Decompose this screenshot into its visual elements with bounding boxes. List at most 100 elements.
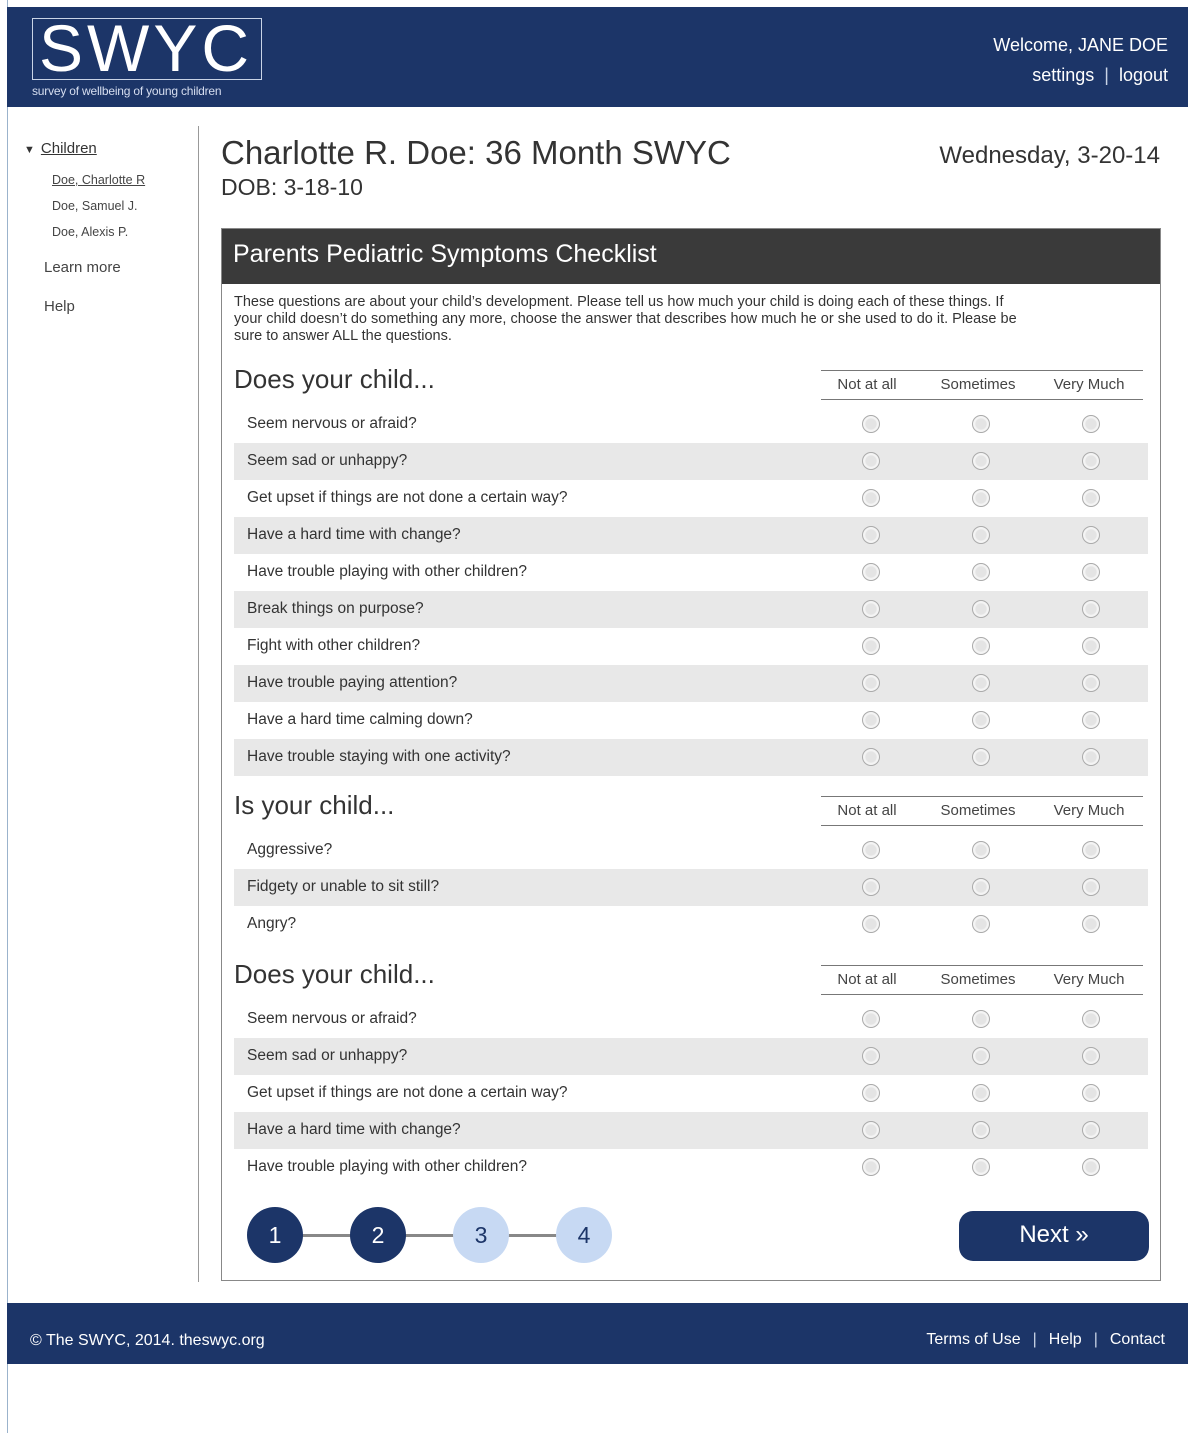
sidebar-child-alexis[interactable]: Doe, Alexis P. bbox=[52, 225, 194, 239]
radio-sometimes[interactable] bbox=[972, 452, 990, 470]
radio-very-much[interactable] bbox=[1082, 452, 1100, 470]
radio-sometimes[interactable] bbox=[972, 415, 990, 433]
radio-not-at-all[interactable] bbox=[862, 1158, 880, 1176]
section-header: Does your child... Not at all Sometimes Ver… bbox=[234, 359, 1148, 406]
progress-step[interactable]: 2 bbox=[350, 1207, 406, 1263]
radio-sometimes[interactable] bbox=[972, 1010, 990, 1028]
radio-sometimes[interactable] bbox=[972, 1158, 990, 1176]
radio-not-at-all[interactable] bbox=[862, 452, 880, 470]
sidebar: ▼ Children Doe, Charlotte R Doe, Samuel J… bbox=[24, 140, 194, 315]
question-text: Angry? bbox=[247, 915, 297, 932]
question-row: Seem sad or unhappy? bbox=[234, 443, 1148, 480]
radio-sometimes[interactable] bbox=[972, 878, 990, 896]
checklist-intro: These questions are about your child’s d… bbox=[234, 294, 1017, 344]
answer-column-headers: Not at all Sometimes Very Much bbox=[821, 965, 1143, 995]
radio-sometimes[interactable] bbox=[972, 841, 990, 859]
sidebar-help[interactable]: Help bbox=[44, 298, 194, 315]
footer: © The SWYC, 2014. theswyc.org Terms of U… bbox=[7, 1303, 1188, 1364]
radio-not-at-all[interactable] bbox=[862, 878, 880, 896]
contact-link[interactable]: Contact bbox=[1110, 1331, 1165, 1348]
radio-very-much[interactable] bbox=[1082, 1047, 1100, 1065]
radio-sometimes[interactable] bbox=[972, 1047, 990, 1065]
question-text: Have trouble playing with other children… bbox=[247, 1158, 528, 1175]
radio-very-much[interactable] bbox=[1082, 1084, 1100, 1102]
radio-not-at-all[interactable] bbox=[862, 1121, 880, 1139]
radio-sometimes[interactable] bbox=[972, 563, 990, 581]
question-text: Fight with other children? bbox=[247, 637, 421, 654]
question-row: Seem nervous or afraid? bbox=[234, 406, 1148, 443]
radio-not-at-all[interactable] bbox=[862, 489, 880, 507]
radio-sometimes[interactable] bbox=[972, 1121, 990, 1139]
radio-sometimes[interactable] bbox=[972, 637, 990, 655]
radio-very-much[interactable] bbox=[1082, 637, 1100, 655]
radio-very-much[interactable] bbox=[1082, 748, 1100, 766]
question-text: Break things on purpose? bbox=[247, 600, 424, 617]
question-row: Fight with other children? bbox=[234, 628, 1148, 665]
footer-help-link[interactable]: Help bbox=[1049, 1331, 1082, 1348]
radio-not-at-all[interactable] bbox=[862, 1084, 880, 1102]
radio-very-much[interactable] bbox=[1082, 841, 1100, 859]
radio-sometimes[interactable] bbox=[972, 711, 990, 729]
copyright: © The SWYC, 2014. theswyc.org bbox=[30, 1332, 265, 1349]
radio-not-at-all[interactable] bbox=[862, 637, 880, 655]
sidebar-learn-more[interactable]: Learn more bbox=[44, 259, 194, 276]
radio-not-at-all[interactable] bbox=[862, 415, 880, 433]
radio-very-much[interactable] bbox=[1082, 1121, 1100, 1139]
radio-not-at-all[interactable] bbox=[862, 600, 880, 618]
progress-step[interactable]: 3 bbox=[453, 1207, 509, 1263]
radio-not-at-all[interactable] bbox=[862, 1047, 880, 1065]
column-header: Very Much bbox=[1053, 971, 1125, 988]
radio-sometimes[interactable] bbox=[972, 600, 990, 618]
sidebar-children-toggle[interactable]: ▼ Children bbox=[24, 140, 194, 157]
radio-very-much[interactable] bbox=[1082, 526, 1100, 544]
radio-very-much[interactable] bbox=[1082, 878, 1100, 896]
question-row: Have a hard time with change? bbox=[234, 1112, 1148, 1149]
radio-very-much[interactable] bbox=[1082, 711, 1100, 729]
question-section: Does your child... Not at all Sometimes Ver… bbox=[234, 359, 1148, 776]
radio-not-at-all[interactable] bbox=[862, 748, 880, 766]
radio-sometimes[interactable] bbox=[972, 674, 990, 692]
settings-link[interactable]: settings bbox=[1032, 65, 1094, 85]
terms-link[interactable]: Terms of Use bbox=[926, 1331, 1020, 1348]
radio-not-at-all[interactable] bbox=[862, 674, 880, 692]
section-title: Does your child... bbox=[234, 959, 435, 989]
question-row: Have trouble staying with one activity? bbox=[234, 739, 1148, 776]
logo-tagline: survey of wellbeing of young children bbox=[32, 84, 222, 98]
next-button[interactable]: Next » bbox=[959, 1211, 1149, 1261]
radio-sometimes[interactable] bbox=[972, 526, 990, 544]
column-header: Very Much bbox=[1053, 376, 1125, 393]
question-text: Have trouble staying with one activity? bbox=[247, 748, 511, 765]
radio-not-at-all[interactable] bbox=[862, 915, 880, 933]
question-row: Have trouble paying attention? bbox=[234, 665, 1148, 702]
progress-steps: 1234 bbox=[247, 1207, 612, 1263]
radio-sometimes[interactable] bbox=[972, 1084, 990, 1102]
question-row: Angry? bbox=[234, 906, 1148, 943]
progress-step[interactable]: 1 bbox=[247, 1207, 303, 1263]
column-header: Sometimes bbox=[940, 376, 1016, 393]
radio-very-much[interactable] bbox=[1082, 489, 1100, 507]
question-section: Does your child... Not at all Sometimes Ver… bbox=[234, 954, 1148, 1186]
radio-sometimes[interactable] bbox=[972, 915, 990, 933]
footer-links: Terms of Use | Help | Contact bbox=[926, 1331, 1165, 1349]
radio-sometimes[interactable] bbox=[972, 489, 990, 507]
radio-not-at-all[interactable] bbox=[862, 711, 880, 729]
radio-very-much[interactable] bbox=[1082, 415, 1100, 433]
sidebar-child-charlotte[interactable]: Doe, Charlotte R bbox=[52, 173, 194, 187]
radio-not-at-all[interactable] bbox=[862, 1010, 880, 1028]
radio-not-at-all[interactable] bbox=[862, 526, 880, 544]
radio-sometimes[interactable] bbox=[972, 748, 990, 766]
question-row: Aggressive? bbox=[234, 832, 1148, 869]
logout-link[interactable]: logout bbox=[1119, 65, 1168, 85]
column-header: Sometimes bbox=[940, 971, 1016, 988]
radio-very-much[interactable] bbox=[1082, 1010, 1100, 1028]
radio-very-much[interactable] bbox=[1082, 600, 1100, 618]
radio-very-much[interactable] bbox=[1082, 563, 1100, 581]
logo[interactable]: SWYC bbox=[32, 13, 262, 83]
sidebar-child-samuel[interactable]: Doe, Samuel J. bbox=[52, 199, 194, 213]
radio-very-much[interactable] bbox=[1082, 915, 1100, 933]
radio-not-at-all[interactable] bbox=[862, 841, 880, 859]
radio-very-much[interactable] bbox=[1082, 674, 1100, 692]
radio-very-much[interactable] bbox=[1082, 1158, 1100, 1176]
radio-not-at-all[interactable] bbox=[862, 563, 880, 581]
progress-step[interactable]: 4 bbox=[556, 1207, 612, 1263]
